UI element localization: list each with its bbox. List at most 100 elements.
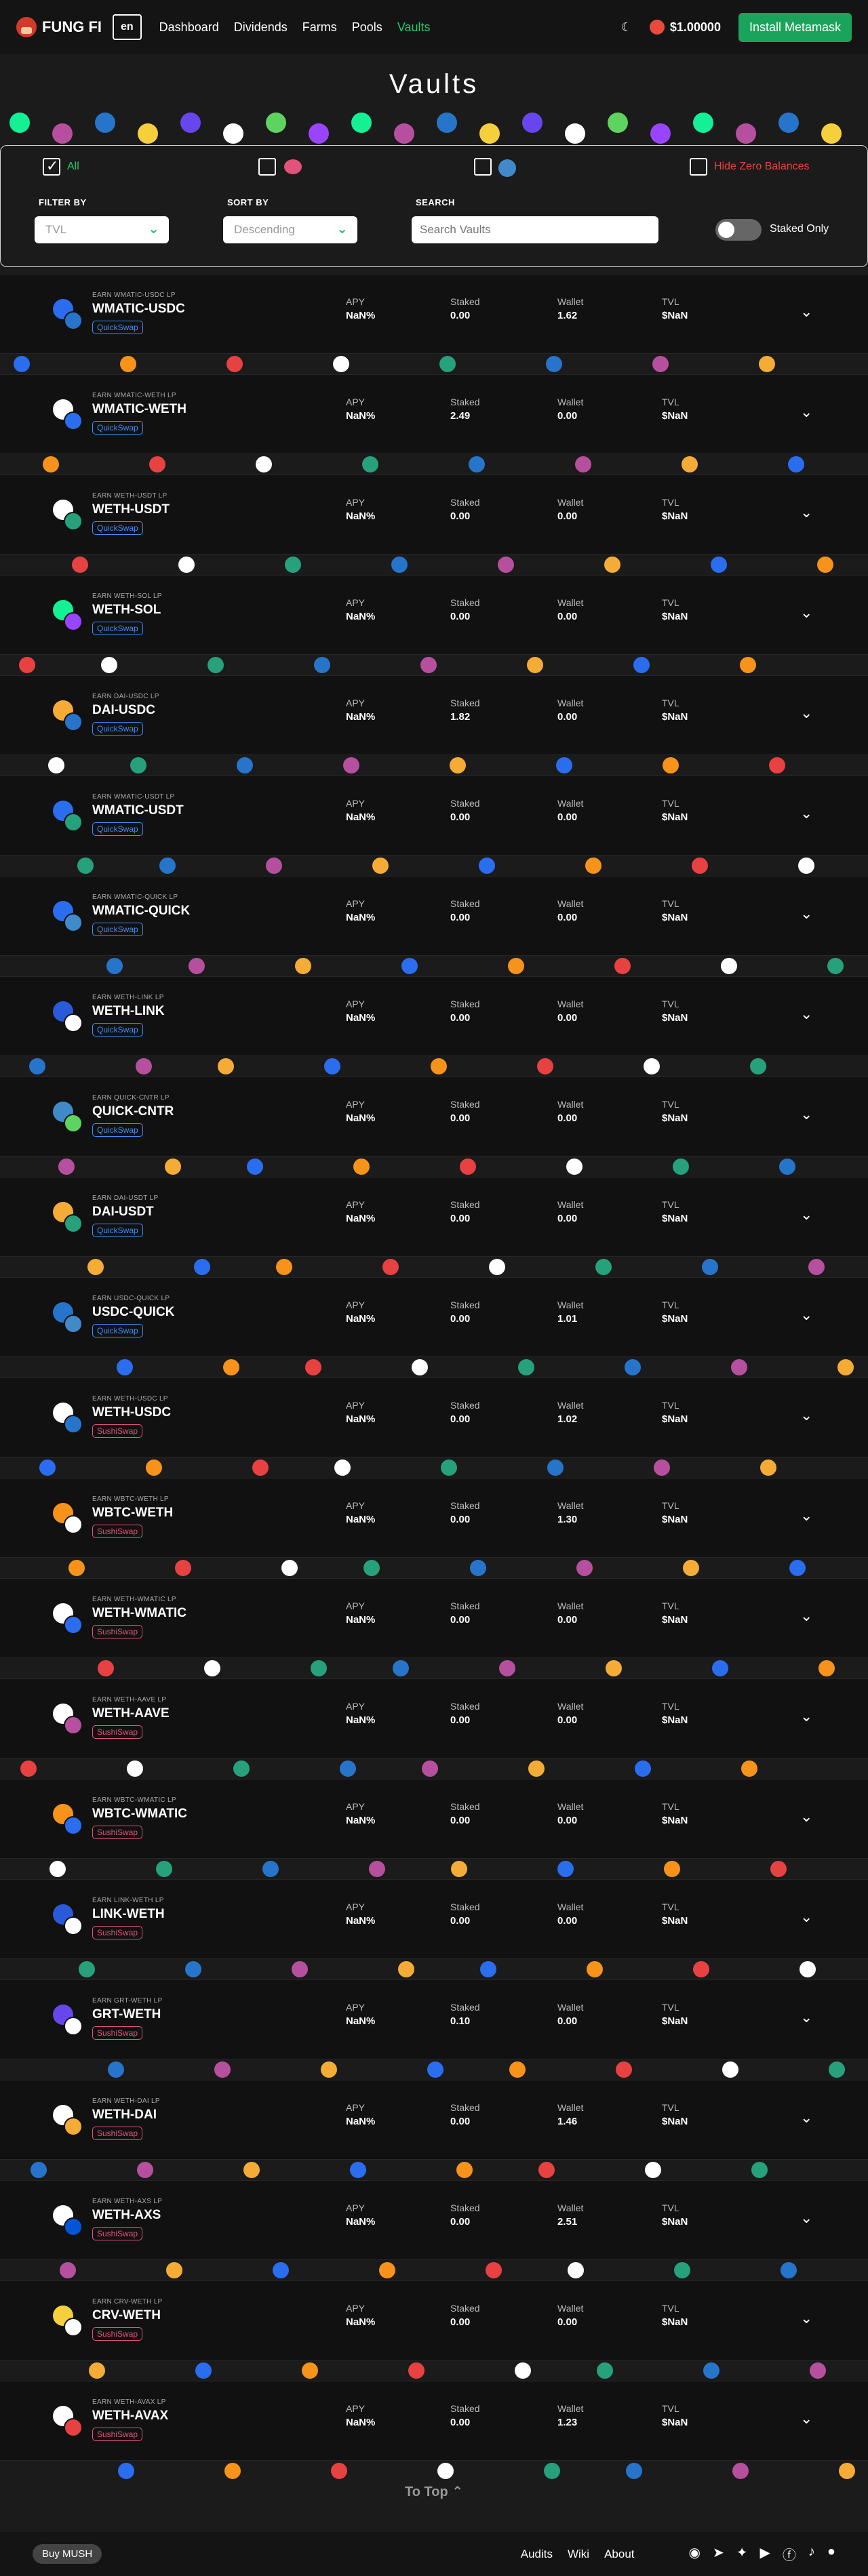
decorative-coin-icon bbox=[779, 1159, 795, 1175]
chevron-down-icon[interactable]: ⌄ bbox=[800, 2209, 812, 2227]
vault-card[interactable]: EARN WETH-USDT LP WETH-USDT QuickSwap AP… bbox=[0, 475, 868, 555]
vault-card[interactable]: EARN WETH-LINK LP WETH-LINK QuickSwap AP… bbox=[0, 976, 868, 1056]
language-selector[interactable]: en bbox=[113, 14, 142, 40]
vault-row[interactable]: EARN WETH-SOL LP WETH-SOL QuickSwap APY … bbox=[0, 575, 868, 675]
vault-card[interactable]: EARN WMATIC-WETH LP WMATIC-WETH QuickSwa… bbox=[0, 374, 868, 454]
search-input[interactable] bbox=[412, 216, 658, 243]
telegram-icon[interactable]: ➤ bbox=[713, 2544, 724, 2564]
chevron-down-icon[interactable]: ⌄ bbox=[800, 303, 812, 321]
facebook-icon[interactable]: ⓕ bbox=[783, 2544, 796, 2564]
nav-link-dividends[interactable]: Dividends bbox=[234, 20, 288, 35]
vault-row[interactable]: EARN WETH-AVAX LP WETH-AVAX SushiSwap AP… bbox=[0, 2381, 868, 2481]
buy-mush-button[interactable]: Buy MUSH bbox=[33, 2544, 102, 2564]
vault-card[interactable]: EARN WETH-AXS LP WETH-AXS SushiSwap APY … bbox=[0, 2180, 868, 2260]
vault-row[interactable]: EARN WETH-DAI LP WETH-DAI SushiSwap APY … bbox=[0, 2080, 868, 2180]
platform-badge: QuickSwap bbox=[92, 421, 143, 435]
chevron-down-icon[interactable]: ⌄ bbox=[800, 805, 812, 822]
vault-card[interactable]: EARN GRT-WETH LP GRT-WETH SushiSwap APY … bbox=[0, 1979, 868, 2059]
vault-card[interactable]: EARN WETH-AAVE LP WETH-AAVE SushiSwap AP… bbox=[0, 1678, 868, 1758]
footer-link-about[interactable]: About bbox=[604, 2548, 634, 2561]
to-top-link[interactable]: To Top ⌃ bbox=[0, 2483, 868, 2500]
discord-icon[interactable]: ◉ bbox=[689, 2544, 701, 2564]
chevron-down-icon[interactable]: ⌄ bbox=[800, 2410, 812, 2428]
chevron-down-icon[interactable]: ⌄ bbox=[800, 1708, 812, 1725]
tiktok-icon[interactable]: ♪ bbox=[808, 2544, 815, 2564]
vault-row[interactable]: EARN WMATIC-USDT LP WMATIC-USDT QuickSwa… bbox=[0, 776, 868, 876]
vault-card[interactable]: EARN QUICK-CNTR LP QUICK-CNTR QuickSwap … bbox=[0, 1076, 868, 1156]
vault-row[interactable]: EARN WETH-USDC LP WETH-USDC SushiSwap AP… bbox=[0, 1377, 868, 1478]
vault-row[interactable]: EARN WBTC-WMATIC LP WBTC-WMATIC SushiSwa… bbox=[0, 1779, 868, 1879]
chevron-down-icon[interactable]: ⌄ bbox=[800, 2310, 812, 2327]
vault-row[interactable]: EARN WETH-LINK LP WETH-LINK QuickSwap AP… bbox=[0, 976, 868, 1076]
vault-card[interactable]: EARN WETH-USDC LP WETH-USDC SushiSwap AP… bbox=[0, 1377, 868, 1457]
chevron-down-icon[interactable]: ⌄ bbox=[800, 1607, 812, 1625]
chevron-down-icon[interactable]: ⌄ bbox=[800, 1106, 812, 1123]
staked-only-toggle[interactable] bbox=[715, 219, 762, 241]
twitter-icon[interactable]: ✦ bbox=[736, 2544, 748, 2564]
chevron-down-icon[interactable]: ⌄ bbox=[800, 1206, 812, 1224]
filter-by-select[interactable]: TVL ⌄ bbox=[35, 216, 169, 243]
vault-row[interactable]: EARN DAI-USDC LP DAI-USDC QuickSwap APY … bbox=[0, 675, 868, 776]
chevron-down-icon[interactable]: ⌄ bbox=[800, 704, 812, 722]
vault-row[interactable]: EARN WMATIC-USDC LP WMATIC-USDC QuickSwa… bbox=[0, 274, 868, 374]
vault-card[interactable]: EARN WETH-SOL LP WETH-SOL QuickSwap APY … bbox=[0, 575, 868, 655]
vault-row[interactable]: EARN GRT-WETH LP GRT-WETH SushiSwap APY … bbox=[0, 1979, 868, 2080]
chevron-down-icon[interactable]: ⌄ bbox=[800, 1507, 812, 1525]
vault-card[interactable]: EARN WMATIC-USDT LP WMATIC-USDT QuickSwa… bbox=[0, 776, 868, 856]
vault-card[interactable]: EARN WETH-DAI LP WETH-DAI SushiSwap APY … bbox=[0, 2080, 868, 2160]
hide-zero-checkbox[interactable] bbox=[690, 158, 707, 176]
chevron-down-icon[interactable]: ⌄ bbox=[800, 1407, 812, 1424]
vault-row[interactable]: EARN CRV-WETH LP CRV-WETH SushiSwap APY … bbox=[0, 2280, 868, 2381]
all-checkbox[interactable] bbox=[43, 157, 60, 176]
footer-link-audits[interactable]: Audits bbox=[521, 2548, 553, 2561]
chevron-down-icon[interactable]: ⌄ bbox=[800, 1808, 812, 1826]
coin-decoration-strip bbox=[0, 2461, 868, 2481]
vault-card[interactable]: EARN WMATIC-QUICK LP WMATIC-QUICK QuickS… bbox=[0, 876, 868, 956]
vault-card[interactable]: EARN WETH-AVAX LP WETH-AVAX SushiSwap AP… bbox=[0, 2381, 868, 2461]
vault-card[interactable]: EARN WBTC-WMATIC LP WBTC-WMATIC SushiSwa… bbox=[0, 1779, 868, 1859]
sushiswap-checkbox[interactable] bbox=[474, 158, 492, 176]
vault-row[interactable]: EARN USDC-QUICK LP USDC-QUICK QuickSwap … bbox=[0, 1277, 868, 1377]
vault-row[interactable]: EARN WETH-USDT LP WETH-USDT QuickSwap AP… bbox=[0, 475, 868, 575]
vault-pair-name: WMATIC-USDT bbox=[92, 803, 184, 818]
quickswap-checkbox[interactable] bbox=[258, 158, 276, 176]
moon-icon[interactable]: ☾ bbox=[621, 20, 632, 35]
vault-row[interactable]: EARN LINK-WETH LP LINK-WETH SushiSwap AP… bbox=[0, 1879, 868, 1979]
chevron-down-icon[interactable]: ⌄ bbox=[800, 403, 812, 421]
chevron-down-icon[interactable]: ⌄ bbox=[800, 2109, 812, 2127]
youtube-icon[interactable]: ▶ bbox=[760, 2544, 770, 2564]
nav-link-dashboard[interactable]: Dashboard bbox=[159, 20, 219, 35]
vault-card[interactable]: EARN WBTC-WETH LP WBTC-WETH SushiSwap AP… bbox=[0, 1478, 868, 1558]
chevron-down-icon[interactable]: ⌄ bbox=[800, 604, 812, 622]
chevron-down-icon[interactable]: ⌄ bbox=[800, 1908, 812, 1926]
vault-card[interactable]: EARN USDC-QUICK LP USDC-QUICK QuickSwap … bbox=[0, 1277, 868, 1357]
vault-row[interactable]: EARN WBTC-WETH LP WBTC-WETH SushiSwap AP… bbox=[0, 1478, 868, 1578]
decorative-coin-icon bbox=[19, 657, 35, 673]
vault-card[interactable]: EARN CRV-WETH LP CRV-WETH SushiSwap APY … bbox=[0, 2280, 868, 2360]
vault-row[interactable]: EARN WETH-WMATIC LP WETH-WMATIC SushiSwa… bbox=[0, 1578, 868, 1678]
vault-row[interactable]: EARN DAI-USDT LP DAI-USDT QuickSwap APY … bbox=[0, 1177, 868, 1277]
vault-card[interactable]: EARN DAI-USDT LP DAI-USDT QuickSwap APY … bbox=[0, 1177, 868, 1257]
github-icon[interactable]: ● bbox=[827, 2544, 835, 2564]
vault-card[interactable]: EARN WMATIC-USDC LP WMATIC-USDC QuickSwa… bbox=[0, 274, 868, 354]
vault-card[interactable]: EARN DAI-USDC LP DAI-USDC QuickSwap APY … bbox=[0, 675, 868, 755]
footer-link-wiki[interactable]: Wiki bbox=[568, 2548, 589, 2561]
vault-row[interactable]: EARN WETH-AXS LP WETH-AXS SushiSwap APY … bbox=[0, 2180, 868, 2280]
nav-link-vaults[interactable]: Vaults bbox=[397, 20, 431, 35]
chevron-down-icon[interactable]: ⌄ bbox=[800, 905, 812, 923]
vault-row[interactable]: EARN WMATIC-QUICK LP WMATIC-QUICK QuickS… bbox=[0, 876, 868, 976]
chevron-down-icon[interactable]: ⌄ bbox=[800, 1306, 812, 1324]
vault-row[interactable]: EARN WETH-AAVE LP WETH-AAVE SushiSwap AP… bbox=[0, 1678, 868, 1779]
nav-link-pools[interactable]: Pools bbox=[352, 20, 382, 35]
sort-by-select[interactable]: Descending ⌄ bbox=[223, 216, 357, 243]
chevron-down-icon[interactable]: ⌄ bbox=[800, 2009, 812, 2026]
vault-row[interactable]: EARN WMATIC-WETH LP WMATIC-WETH QuickSwa… bbox=[0, 374, 868, 475]
vault-card[interactable]: EARN WETH-WMATIC LP WETH-WMATIC SushiSwa… bbox=[0, 1578, 868, 1658]
chevron-down-icon[interactable]: ⌄ bbox=[800, 1005, 812, 1023]
install-metamask-button[interactable]: Install Metamask bbox=[738, 12, 852, 42]
chevron-down-icon[interactable]: ⌄ bbox=[800, 504, 812, 521]
brand-logo[interactable]: FUNG FI bbox=[16, 17, 102, 37]
vault-row[interactable]: EARN QUICK-CNTR LP QUICK-CNTR QuickSwap … bbox=[0, 1076, 868, 1177]
nav-link-farms[interactable]: Farms bbox=[302, 20, 337, 35]
vault-card[interactable]: EARN LINK-WETH LP LINK-WETH SushiSwap AP… bbox=[0, 1879, 868, 1959]
